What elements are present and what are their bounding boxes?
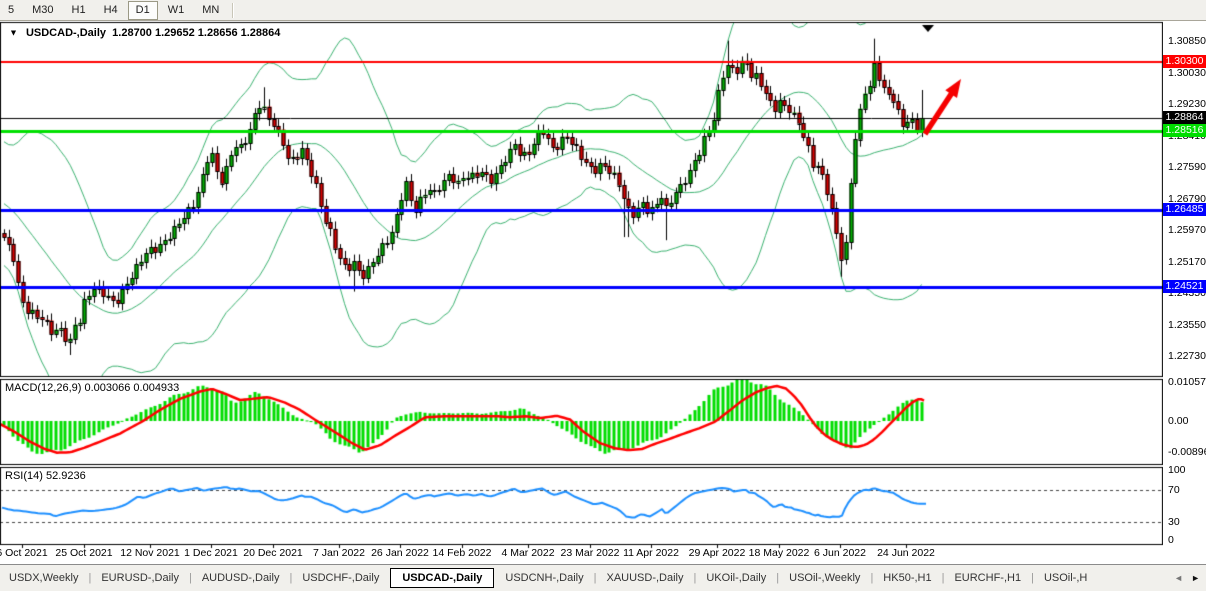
tab-eurchf-h1[interactable]: EURCHF-,H1 (945, 568, 1030, 588)
date-label: 26 Jan 2022 (371, 547, 429, 559)
tab-scroll-left-icon[interactable]: ◄ (1174, 573, 1183, 583)
tab-ukoil-daily[interactable]: UKOil-,Daily (697, 568, 775, 588)
macd-tick-label: 0.00 (1168, 415, 1188, 427)
date-label: 23 Mar 2022 (561, 547, 620, 559)
timeframe-button-5[interactable]: 5 (0, 1, 22, 20)
timeframe-button-h4[interactable]: H4 (96, 1, 126, 20)
timeframe-button-m30[interactable]: M30 (24, 1, 61, 20)
price-tick-label: 1.25970 (1168, 224, 1206, 236)
macd-tick-label: -0.00896 (1168, 446, 1206, 458)
price-tick-label: 1.30850 (1168, 35, 1206, 47)
macd-indicator-label: MACD(12,26,9) 0.003066 0.004933 (5, 382, 179, 394)
mt4-window: { "toolbar": { "timeframes": [ {"label":… (0, 0, 1206, 591)
tab-usdx-weekly[interactable]: USDX,Weekly (0, 568, 87, 588)
date-label: 18 May 2022 (749, 547, 810, 559)
date-label: 14 Feb 2022 (433, 547, 492, 559)
toolbar-separator (232, 3, 234, 18)
rsi-tick-label: 30 (1168, 516, 1180, 528)
date-label: 29 Apr 2022 (689, 547, 746, 559)
tab-usoil-h[interactable]: USOil-,H (1035, 568, 1096, 588)
timeframe-button-mn[interactable]: MN (194, 1, 227, 20)
symbol-dropdown-icon[interactable]: ▼ (9, 28, 18, 38)
price-level-badge: 1.30300 (1163, 55, 1206, 68)
timeframe-button-h1[interactable]: H1 (64, 1, 94, 20)
tab-eurusd-daily[interactable]: EURUSD-,Daily (92, 568, 188, 588)
tab-scroll-controls: ◄► (1170, 565, 1204, 591)
tab-scroll-right-icon[interactable]: ► (1191, 573, 1200, 583)
date-label: 20 Dec 2021 (243, 547, 303, 559)
price-tick-label: 1.29230 (1168, 98, 1206, 110)
tab-usdcad-daily[interactable]: USDCAD-,Daily (390, 568, 494, 588)
date-label: 7 Jan 2022 (313, 547, 365, 559)
tab-hk50-h1[interactable]: HK50-,H1 (874, 568, 940, 588)
timeframe-toolbar: 5M30H1H4D1W1MN (0, 0, 1206, 21)
price-tick-label: 1.23550 (1168, 319, 1206, 331)
chart-title: ▼ USDCAD-,Daily 1.28700 1.29652 1.28656 … (8, 27, 280, 39)
date-label: 24 Jun 2022 (877, 547, 935, 559)
price-tick-label: 1.27590 (1168, 161, 1206, 173)
price-tick-label: 1.22730 (1168, 350, 1206, 362)
rsi-tick-label: 0 (1168, 534, 1174, 546)
macd-tick-label: 0.010578 (1168, 376, 1206, 388)
price-tick-label: 1.30030 (1168, 67, 1206, 79)
date-label: 25 Oct 2021 (55, 547, 112, 559)
tab-usdcnh-daily[interactable]: USDCNH-,Daily (496, 568, 592, 588)
symbol-tabbar: USDX,Weekly|EURUSD-,Daily|AUDUSD-,Daily|… (0, 564, 1206, 591)
chart-ohlc-values: 1.28700 1.29652 1.28656 1.28864 (112, 27, 280, 39)
chart-canvas[interactable] (0, 0, 1206, 591)
date-label: 6 Jun 2022 (814, 547, 866, 559)
price-level-badge: 1.28516 (1163, 124, 1206, 137)
chart-symbol-label: USDCAD-,Daily (26, 27, 106, 39)
date-label: 11 Apr 2022 (623, 547, 679, 559)
rsi-tick-label: 100 (1168, 464, 1186, 476)
date-label: 12 Nov 2021 (120, 547, 180, 559)
price-axis[interactable]: 1.308501.300301.292301.284101.275901.267… (1163, 21, 1206, 564)
price-tick-label: 1.25170 (1168, 256, 1206, 268)
rsi-tick-label: 70 (1168, 484, 1180, 496)
timeframe-button-w1[interactable]: W1 (160, 1, 193, 20)
tab-audusd-daily[interactable]: AUDUSD-,Daily (193, 568, 289, 588)
date-label: 6 Oct 2021 (0, 547, 48, 559)
price-level-badge: 1.26485 (1163, 203, 1206, 216)
date-label: 1 Dec 2021 (184, 547, 238, 559)
tab-usdchf-daily[interactable]: USDCHF-,Daily (293, 568, 388, 588)
price-level-badge: 1.24521 (1163, 280, 1206, 293)
rsi-indicator-label: RSI(14) 52.9236 (5, 470, 86, 482)
timeframe-button-d1[interactable]: D1 (128, 1, 158, 20)
date-label: 4 Mar 2022 (501, 547, 554, 559)
price-level-badge: 1.28864 (1163, 111, 1206, 124)
tab-xauusd-daily[interactable]: XAUUSD-,Daily (597, 568, 692, 588)
tab-usoil-weekly[interactable]: USOil-,Weekly (780, 568, 869, 588)
